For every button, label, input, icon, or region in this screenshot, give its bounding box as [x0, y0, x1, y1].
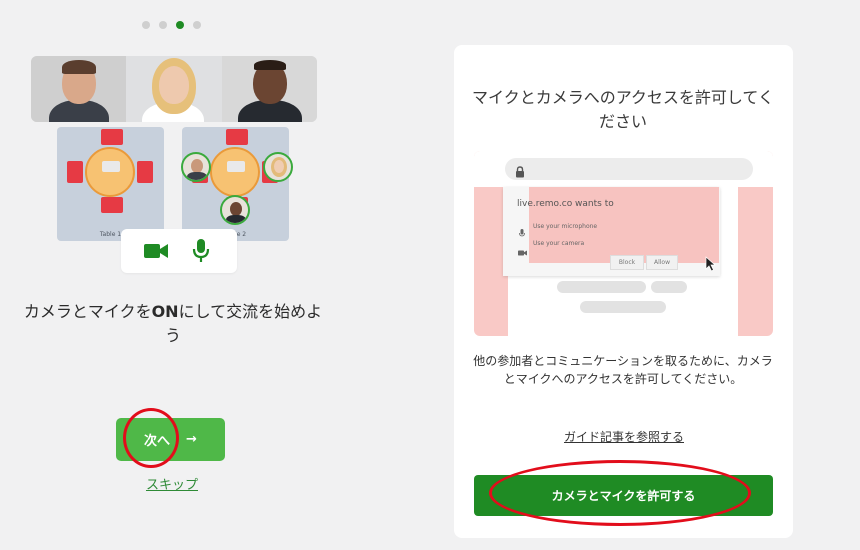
media-toggle-card — [121, 229, 237, 273]
annotation-circle-allow — [489, 460, 751, 526]
placeholder-bar — [580, 301, 666, 313]
popup-block-button: Block — [610, 255, 644, 270]
placeholder-bar — [557, 281, 646, 293]
video-camera-icon[interactable] — [143, 240, 169, 266]
address-bar — [505, 158, 753, 180]
carousel-dot-3-active[interactable] — [176, 21, 184, 29]
participant-photo-1 — [31, 56, 127, 122]
annotation-circle-next — [123, 408, 179, 468]
carousel-dot-1[interactable] — [142, 21, 150, 29]
intro-text: カメラとマイクをONにして交流を始めよう — [18, 300, 328, 348]
carousel-dot-2[interactable] — [159, 21, 167, 29]
popup-title: live.remo.co wants to — [517, 199, 614, 209]
carousel-dots — [142, 21, 201, 29]
carousel-dot-4[interactable] — [193, 21, 201, 29]
lock-icon — [515, 163, 525, 182]
avatar-man-1 — [181, 152, 211, 182]
placeholder-bar — [651, 281, 687, 293]
table-card-1: Table 1 — [57, 127, 164, 241]
arrow-right-icon: → — [186, 432, 197, 447]
intro-text-on: ON — [151, 302, 179, 321]
participant-photos — [31, 56, 317, 122]
avatar-woman — [263, 152, 293, 182]
video-camera-icon — [518, 241, 527, 260]
cursor-icon — [705, 256, 717, 276]
popup-allow-button: Allow — [646, 255, 678, 270]
participant-photo-3 — [221, 56, 317, 122]
intro-text-post: にして交流を始めよう — [164, 302, 323, 345]
popup-item-camera: Use your camera — [533, 240, 585, 247]
intro-text-pre: カメラとマイクを — [23, 302, 152, 321]
permission-description: 他の参加者とコミュニケーションを取るために、カメラとマイクへのアクセスを許可して… — [473, 354, 773, 386]
table-card-2: Table 2 — [181, 127, 293, 241]
popup-item-microphone: Use your microphone — [533, 223, 598, 230]
participant-photo-2 — [126, 56, 222, 122]
skip-link[interactable]: スキップ — [142, 474, 202, 493]
guide-link[interactable]: ガイド記事を参照する — [556, 428, 692, 445]
panel-title: マイクとカメラへのアクセスを許可してください — [472, 88, 774, 131]
microphone-icon[interactable] — [191, 238, 211, 268]
microphone-icon — [519, 223, 525, 242]
avatar-man-2 — [220, 195, 250, 225]
browser-permission-illustration: live.remo.co wants to Use your microphon… — [474, 151, 773, 336]
